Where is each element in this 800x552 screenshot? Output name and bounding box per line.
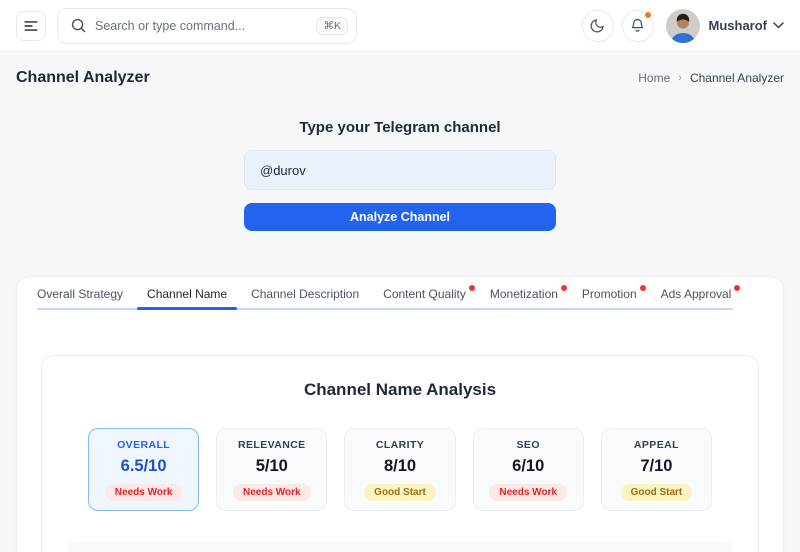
tab-monetization[interactable]: Monetization <box>490 285 567 310</box>
avatar <box>665 8 700 43</box>
page-title: Channel Analyzer <box>16 69 150 86</box>
status-badge: Needs Work <box>232 483 311 501</box>
analysis-panel: Overall Strategy Channel Name Channel De… <box>16 276 784 552</box>
score-value: 8/10 <box>383 456 417 475</box>
score-card-appeal: APPEAL 7/10 Good Start <box>600 428 713 511</box>
alert-dot-icon <box>639 285 646 291</box>
bell-icon <box>629 17 646 34</box>
analyzer-heading: Type your Telegram channel <box>299 119 501 136</box>
user-name: Musharof <box>708 18 768 33</box>
top-bar: ⌘K <box>0 0 800 52</box>
alert-dot-icon <box>734 285 741 291</box>
channel-input[interactable] <box>244 150 556 190</box>
score-card-seo: SEO 6/10 Needs Work <box>472 428 584 511</box>
user-menu[interactable]: Musharof <box>654 8 785 43</box>
score-label: SEO <box>516 438 540 451</box>
breadcrumb-separator-icon: › <box>678 72 682 84</box>
hamburger-icon <box>22 17 40 35</box>
score-label: CLARITY <box>375 438 425 451</box>
page-head: Channel Analyzer Home › Channel Analyzer <box>16 69 784 87</box>
moon-icon <box>589 17 606 34</box>
breadcrumb-current: Channel Analyzer <box>689 71 784 85</box>
status-badge: Good Start <box>364 483 436 501</box>
score-label: OVERALL <box>117 438 171 451</box>
status-badge: Needs Work <box>489 483 568 501</box>
page-content: Channel Analyzer Home › Channel Analyzer… <box>0 69 800 552</box>
score-value: 6.5/10 <box>120 456 167 475</box>
tab-ads-approval[interactable]: Ads Approval <box>661 285 741 310</box>
score-card-relevance: RELEVANCE 5/10 Needs Work <box>216 428 328 511</box>
score-value: 6/10 <box>512 456 545 475</box>
breadcrumb-home-link[interactable]: Home <box>638 71 670 85</box>
alert-dot-icon <box>560 285 567 291</box>
status-badge: Good Start <box>620 483 693 501</box>
analysis-title: Channel Name Analysis <box>303 380 497 399</box>
status-badge: Needs Work <box>104 483 183 501</box>
tab-promotion[interactable]: Promotion <box>582 285 646 310</box>
score-card-clarity: CLARITY 8/10 Good Start <box>344 428 456 511</box>
top-bar-right: Musharof <box>574 8 785 43</box>
score-cards-row: OVERALL 6.5/10 Needs Work RELEVANCE 5/10… <box>42 428 758 511</box>
channel-name-analysis-card: Channel Name Analysis OVERALL 6.5/10 Nee… <box>41 355 759 552</box>
keyboard-shortcut-badge: ⌘K <box>316 16 348 35</box>
tab-channel-name[interactable]: Channel Name <box>137 287 238 310</box>
analyze-channel-button[interactable]: Analyze Channel <box>244 203 556 231</box>
top-bar-left: ⌘K <box>16 7 357 44</box>
tab-channel-description[interactable]: Channel Description <box>251 287 359 310</box>
dark-mode-toggle[interactable] <box>581 9 614 42</box>
search-input[interactable] <box>95 18 309 33</box>
chevron-down-icon <box>773 22 784 29</box>
breadcrumb: Home › Channel Analyzer <box>638 71 784 85</box>
analyzer-form: Type your Telegram channel Analyze Chann… <box>244 119 556 231</box>
evaluation-section: Evaluation <box>66 541 734 552</box>
tab-overall-strategy[interactable]: Overall Strategy <box>37 287 123 310</box>
score-card-overall: OVERALL 6.5/10 Needs Work <box>88 428 200 511</box>
alert-dot-icon <box>468 285 475 291</box>
score-label: RELEVANCE <box>238 438 306 451</box>
tab-bar: Overall Strategy Channel Name Channel De… <box>17 277 783 310</box>
search-bar[interactable]: ⌘K <box>57 7 357 44</box>
score-value: 5/10 <box>255 456 288 475</box>
notifications-button[interactable] <box>621 9 654 42</box>
search-icon <box>70 17 87 34</box>
sidebar-toggle-button[interactable] <box>16 10 46 41</box>
tab-content-quality[interactable]: Content Quality <box>383 285 475 310</box>
notification-dot <box>643 10 652 19</box>
score-label: APPEAL <box>633 438 679 451</box>
score-value: 7/10 <box>640 456 673 475</box>
